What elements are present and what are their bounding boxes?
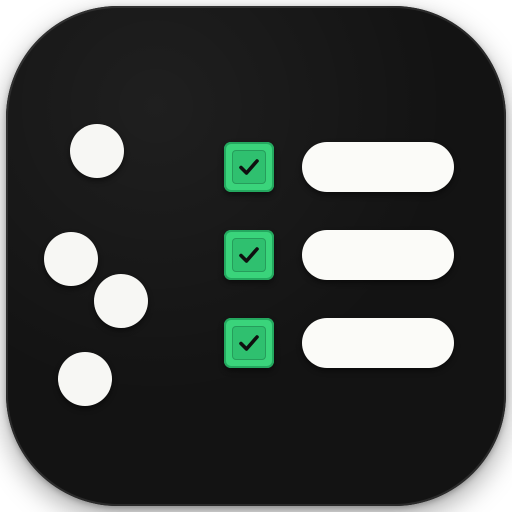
checkmark-icon xyxy=(239,159,259,175)
checklist-app-icon[interactable] xyxy=(6,6,506,506)
checkbox-1 xyxy=(224,142,274,192)
dot-2 xyxy=(44,232,98,286)
dot-3 xyxy=(94,274,148,328)
checkbox-2-inner xyxy=(232,238,266,272)
checkbox-1-inner xyxy=(232,150,266,184)
dot-1 xyxy=(70,124,124,178)
checkbox-3-inner xyxy=(232,326,266,360)
icon-canvas xyxy=(0,0,512,512)
list-bar-3 xyxy=(302,318,454,368)
list-bar-1 xyxy=(302,142,454,192)
checkmark-icon xyxy=(239,335,259,351)
list-bar-2 xyxy=(302,230,454,280)
checkbox-2 xyxy=(224,230,274,280)
checkbox-3 xyxy=(224,318,274,368)
dot-4 xyxy=(58,352,112,406)
checkmark-icon xyxy=(239,247,259,263)
